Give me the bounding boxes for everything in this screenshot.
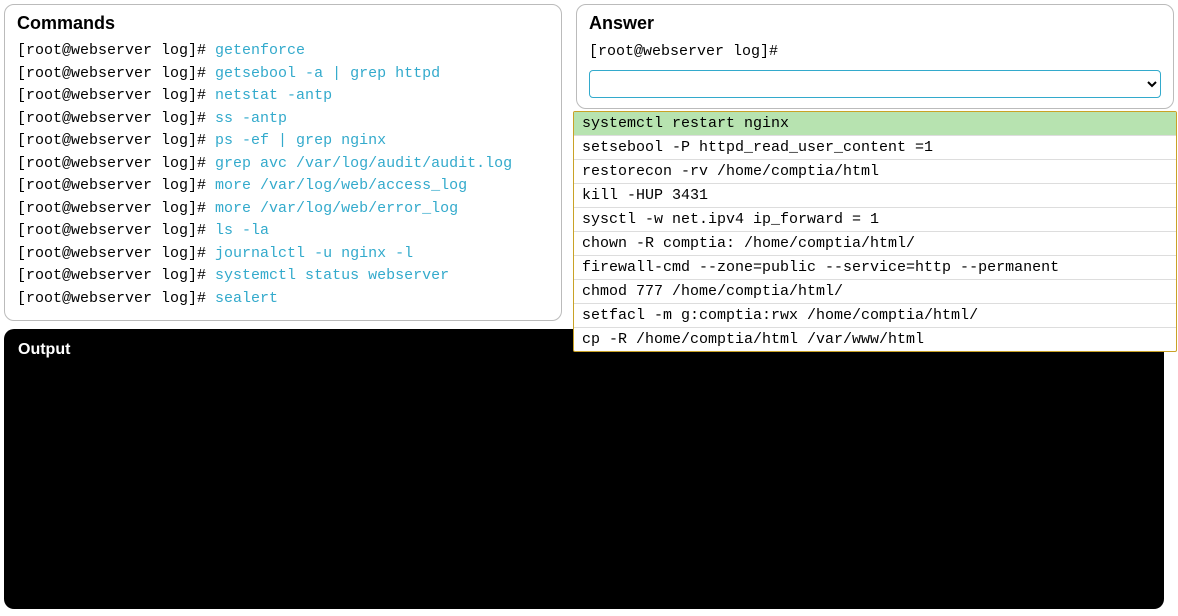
dropdown-option[interactable]: chown -R comptia: /home/comptia/html/ [574,232,1176,256]
answer-prompt: [root@webserver log]# [589,40,1161,64]
dropdown-option[interactable]: firewall-cmd --zone=public --service=htt… [574,256,1176,280]
dropdown-option[interactable]: setsebool -P httpd_read_user_content =1 [574,136,1176,160]
command-prompt: [root@webserver log]# [17,110,215,127]
command-prompt: [root@webserver log]# [17,65,215,82]
command-text[interactable]: ps -ef | grep nginx [215,132,386,149]
command-text[interactable]: more /var/log/web/error_log [215,200,458,217]
command-prompt: [root@webserver log]# [17,177,215,194]
command-text[interactable]: netstat -antp [215,87,332,104]
command-line: [root@webserver log]# systemctl status w… [17,265,549,288]
dropdown-option[interactable]: restorecon -rv /home/comptia/html [574,160,1176,184]
command-text[interactable]: sealert [215,290,278,307]
command-prompt: [root@webserver log]# [17,155,215,172]
answer-title: Answer [589,13,1161,34]
commands-panel: Commands [root@webserver log]# getenforc… [4,4,562,321]
command-line: [root@webserver log]# getenforce [17,40,549,63]
answer-select[interactable] [589,70,1161,98]
command-text[interactable]: more /var/log/web/access_log [215,177,467,194]
command-line: [root@webserver log]# sealert [17,288,549,311]
command-text[interactable]: journalctl -u nginx -l [215,245,413,262]
command-text[interactable]: ls -la [215,222,269,239]
command-prompt: [root@webserver log]# [17,245,215,262]
dropdown-option[interactable]: setfacl -m g:comptia:rwx /home/comptia/h… [574,304,1176,328]
command-prompt: [root@webserver log]# [17,200,215,217]
dropdown-option[interactable]: sysctl -w net.ipv4 ip_forward = 1 [574,208,1176,232]
dropdown-option[interactable]: kill -HUP 3431 [574,184,1176,208]
command-prompt: [root@webserver log]# [17,132,215,149]
answer-panel: Answer [root@webserver log]# systemctl r… [576,4,1174,109]
dropdown-option[interactable]: systemctl restart nginx [574,112,1176,136]
command-line: [root@webserver log]# netstat -antp [17,85,549,108]
command-line: [root@webserver log]# grep avc /var/log/… [17,153,549,176]
command-line: [root@webserver log]# more /var/log/web/… [17,175,549,198]
command-text[interactable]: ss -antp [215,110,287,127]
command-text[interactable]: grep avc /var/log/audit/audit.log [215,155,512,172]
command-line: [root@webserver log]# getsebool -a | gre… [17,63,549,86]
answer-dropdown-list[interactable]: systemctl restart nginxsetsebool -P http… [573,111,1177,352]
command-prompt: [root@webserver log]# [17,87,215,104]
command-prompt: [root@webserver log]# [17,267,215,284]
dropdown-option[interactable]: cp -R /home/comptia/html /var/www/html [574,328,1176,351]
command-text[interactable]: getsebool -a | grep httpd [215,65,440,82]
command-line: [root@webserver log]# ls -la [17,220,549,243]
command-prompt: [root@webserver log]# [17,290,215,307]
command-prompt: [root@webserver log]# [17,222,215,239]
command-text[interactable]: systemctl status webserver [215,267,449,284]
command-line: [root@webserver log]# more /var/log/web/… [17,198,549,221]
command-line: [root@webserver log]# journalctl -u ngin… [17,243,549,266]
command-line: [root@webserver log]# ss -antp [17,108,549,131]
output-panel: Output [4,329,1164,609]
commands-list: [root@webserver log]# getenforce[root@we… [17,40,549,310]
command-prompt: [root@webserver log]# [17,42,215,59]
dropdown-option[interactable]: chmod 777 /home/comptia/html/ [574,280,1176,304]
command-line: [root@webserver log]# ps -ef | grep ngin… [17,130,549,153]
command-text[interactable]: getenforce [215,42,305,59]
commands-title: Commands [17,13,549,34]
